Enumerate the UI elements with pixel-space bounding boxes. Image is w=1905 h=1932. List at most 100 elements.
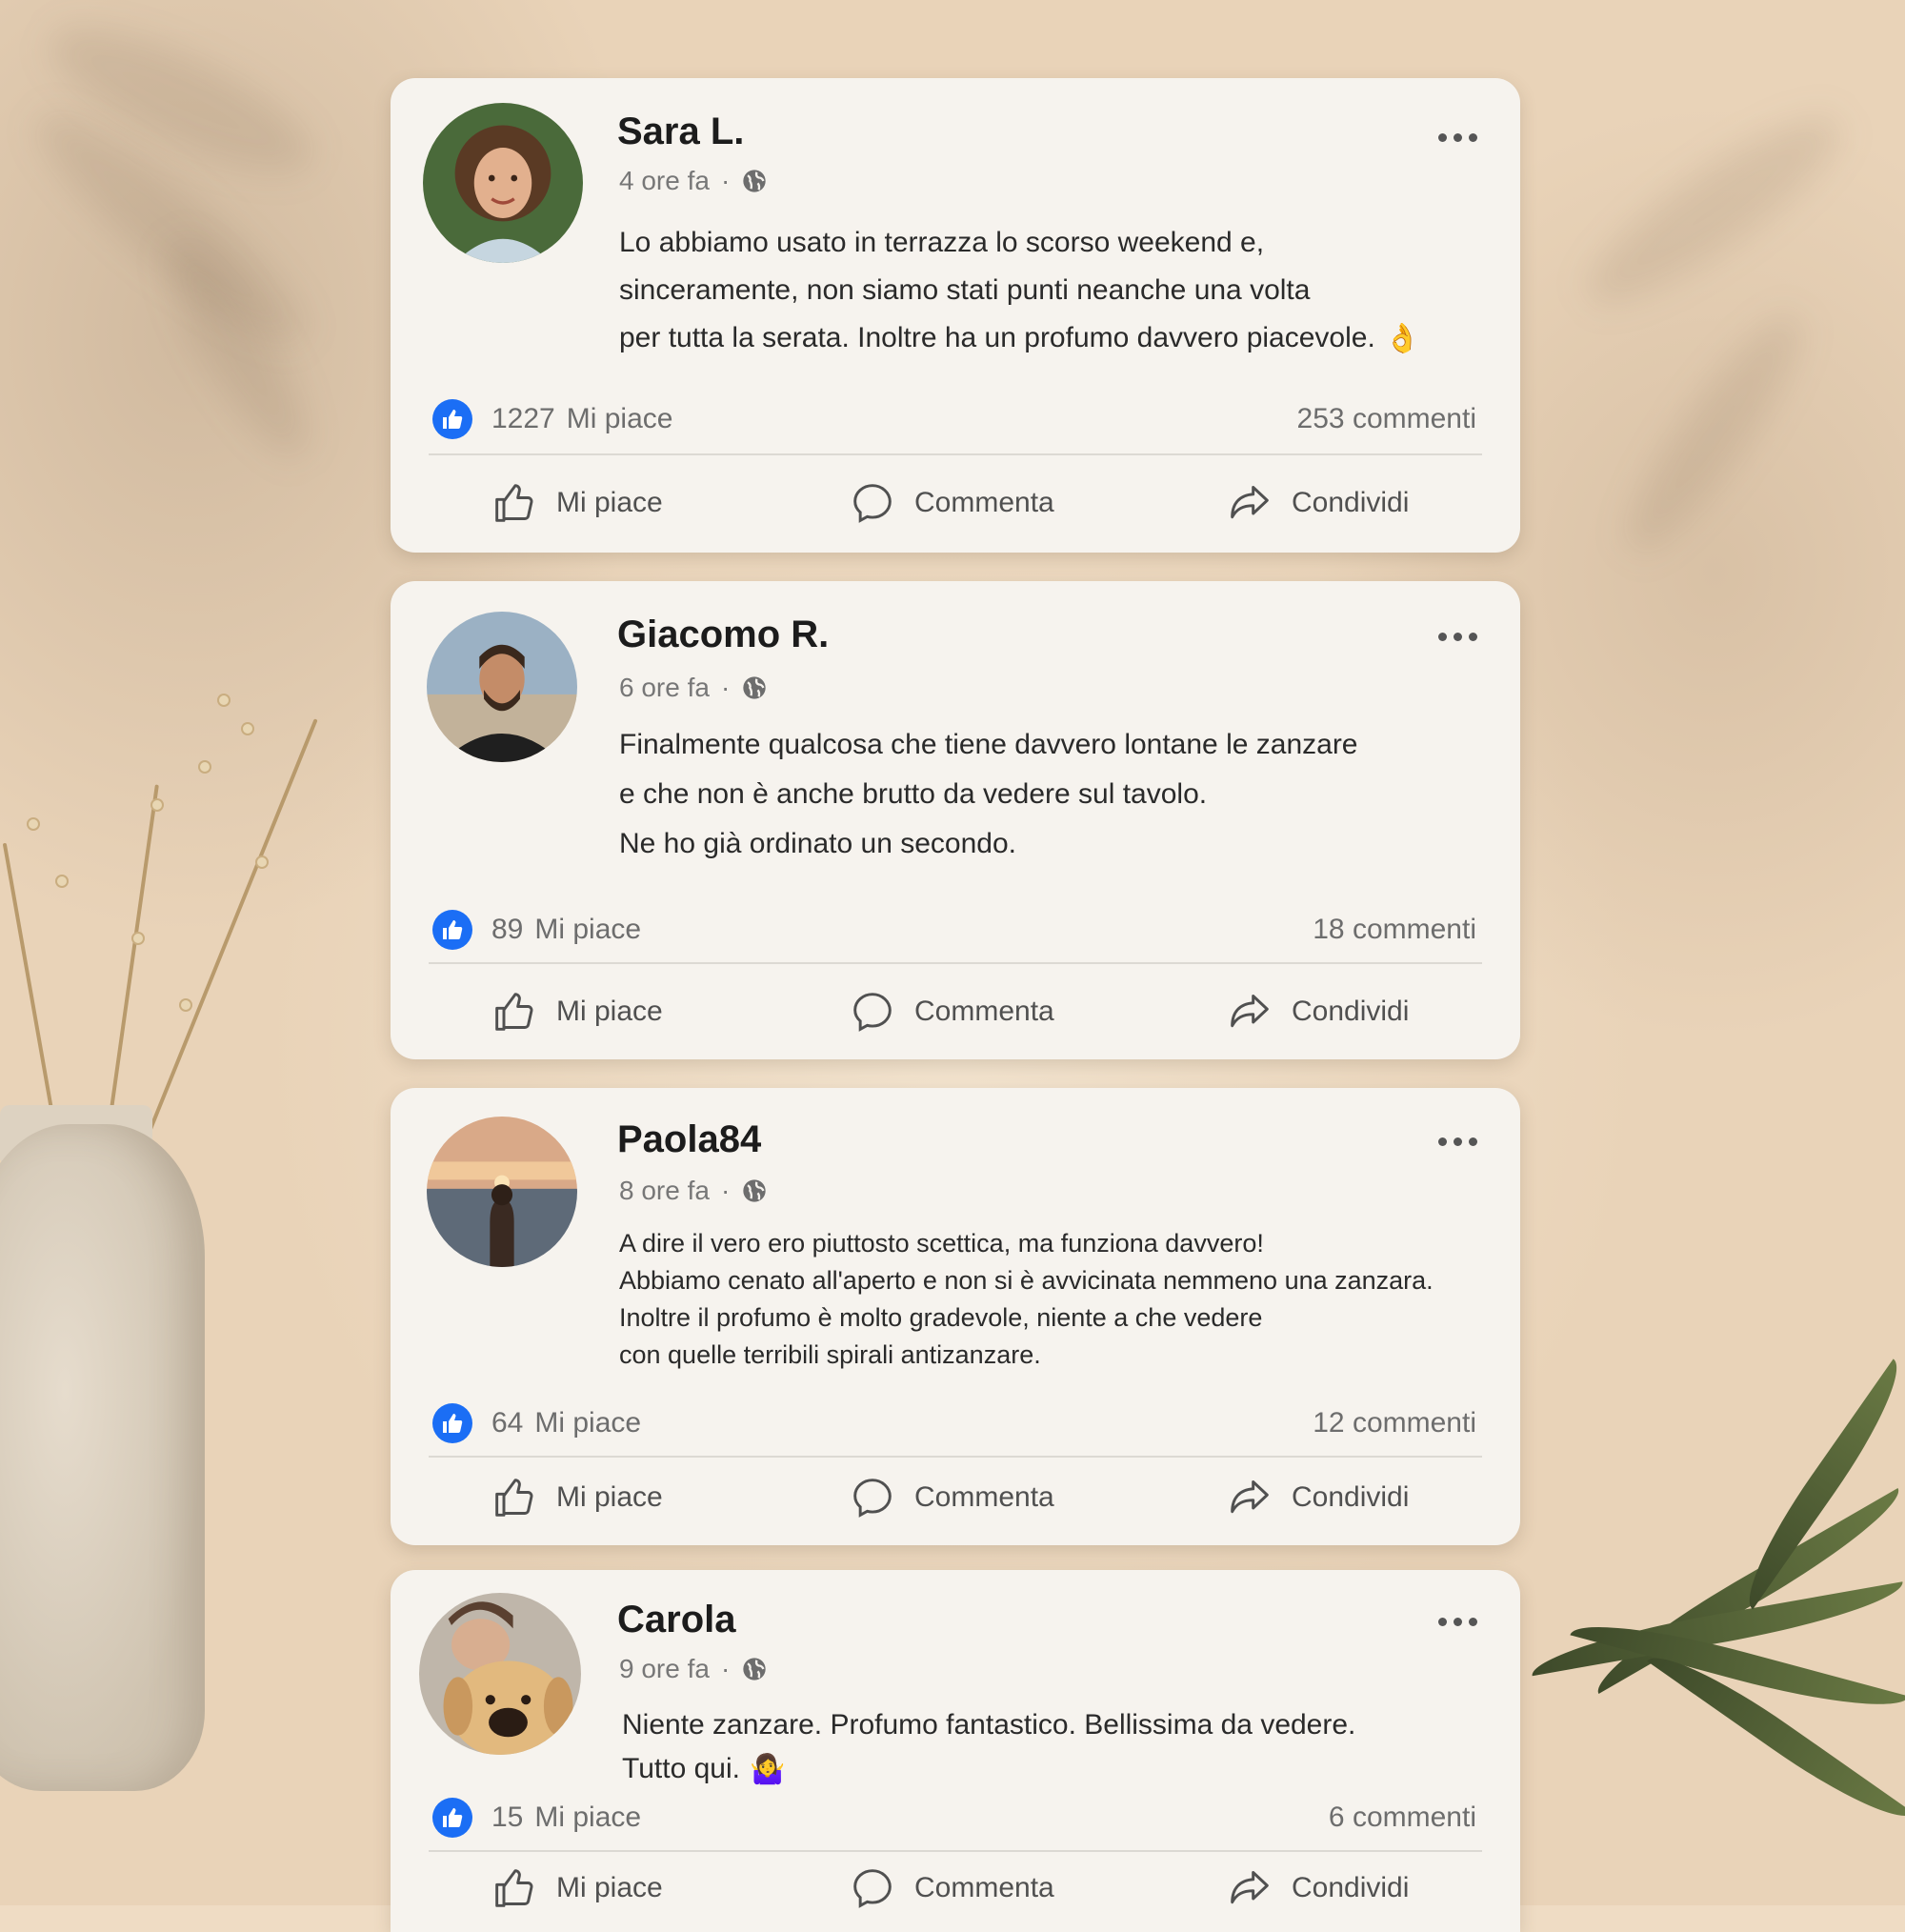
- separator-dot: ·: [720, 166, 731, 195]
- post-actions: Mi piace Commenta Condividi: [391, 476, 1520, 533]
- author-name[interactable]: Paola84: [617, 1118, 761, 1161]
- author-name[interactable]: Giacomo R.: [617, 614, 829, 656]
- likes-label: Mi piace: [534, 914, 642, 945]
- comments-label: commenti: [1352, 914, 1476, 945]
- flower-bud: [57, 876, 67, 886]
- shrug-emoji: 🤷‍♀️: [749, 1754, 786, 1786]
- avatar[interactable]: [427, 612, 577, 762]
- post-text-line: per tutta la serata. Inoltre ha un profu…: [619, 322, 1375, 353]
- like-button[interactable]: Mi piace: [493, 991, 663, 1033]
- comment-button[interactable]: Commenta: [852, 1867, 1054, 1909]
- like-badge-icon: [432, 1403, 472, 1443]
- post-text-line: A dire il vero ero piuttosto scettica, m…: [619, 1229, 1264, 1258]
- post-meta: 4 ore fa ·: [619, 166, 768, 196]
- share-arrow-icon: [1231, 1480, 1269, 1514]
- comments-count: 18: [1313, 914, 1345, 945]
- share-button[interactable]: Condividi: [1229, 1477, 1409, 1519]
- post-actions: Mi piace Commenta Condividi: [391, 1862, 1520, 1919]
- globe-icon: [743, 676, 766, 699]
- comment-button[interactable]: Commenta: [852, 1477, 1054, 1519]
- share-button-label: Condividi: [1292, 1872, 1410, 1903]
- likes-label: Mi piace: [566, 403, 673, 434]
- like-button[interactable]: Mi piace: [493, 1477, 663, 1519]
- post-text: A dire il vero ero piuttosto scettica, m…: [619, 1225, 1434, 1374]
- flower-bud: [243, 724, 252, 734]
- globe-icon: [743, 170, 766, 192]
- comment-bubble-icon: [853, 993, 892, 1032]
- thumbs-up-icon: [495, 1479, 533, 1517]
- avatar-image: [427, 1117, 577, 1267]
- comments-count-link[interactable]: 18 commenti: [1313, 914, 1476, 946]
- comment-button-label: Commenta: [914, 1481, 1054, 1513]
- post-card: Giacomo R. 6 ore fa · Finalmente qualcos…: [391, 581, 1520, 1059]
- vase: [0, 1124, 205, 1791]
- comments-label: commenti: [1352, 403, 1476, 434]
- more-options-button[interactable]: [1438, 1612, 1486, 1631]
- thumbs-up-icon: [495, 484, 533, 522]
- post-text-line: Finalmente qualcosa che tiene davvero lo…: [619, 729, 1358, 760]
- share-button[interactable]: Condividi: [1229, 1867, 1409, 1909]
- post-text-line: Niente zanzare. Profumo fantastico. Bell…: [622, 1709, 1356, 1741]
- more-options-button[interactable]: [1438, 1132, 1486, 1151]
- likes-count[interactable]: 89: [491, 914, 523, 946]
- globe-icon: [743, 1658, 766, 1680]
- likes-count[interactable]: 64: [491, 1407, 523, 1439]
- post-text: Niente zanzare. Profumo fantastico. Bell…: [622, 1703, 1355, 1792]
- flower-bud: [200, 762, 210, 772]
- post-stats: 1227 Mi piace 253 commenti: [432, 398, 1476, 440]
- share-arrow-icon: [1231, 1871, 1269, 1904]
- comment-bubble-icon: [853, 484, 892, 523]
- post-text: Finalmente qualcosa che tiene davvero lo…: [619, 720, 1358, 869]
- avatar-image: [419, 1593, 581, 1755]
- divider: [429, 962, 1482, 964]
- avatar[interactable]: [419, 1593, 581, 1755]
- post-time: 6 ore fa: [619, 673, 710, 702]
- post-actions: Mi piace Commenta Condividi: [391, 985, 1520, 1042]
- avatar[interactable]: [423, 103, 583, 263]
- post-text-line: Ne ho già ordinato un secondo.: [619, 828, 1016, 859]
- comments-label: commenti: [1352, 1407, 1476, 1439]
- post-text-line: Tutto qui.: [622, 1753, 740, 1784]
- separator-dot: ·: [720, 1176, 731, 1205]
- like-button[interactable]: Mi piace: [493, 1867, 663, 1909]
- post-time: 8 ore fa: [619, 1176, 710, 1205]
- share-button-label: Condividi: [1292, 996, 1410, 1027]
- like-button-label: Mi piace: [556, 1481, 663, 1513]
- avatar-image: [427, 612, 577, 762]
- comments-count: 12: [1313, 1407, 1345, 1439]
- comments-count-link[interactable]: 12 commenti: [1313, 1407, 1476, 1439]
- share-button-label: Condividi: [1292, 487, 1410, 518]
- separator-dot: ·: [720, 1654, 731, 1683]
- like-button-label: Mi piace: [556, 487, 663, 518]
- comments-count-link[interactable]: 6 commenti: [1329, 1801, 1476, 1834]
- separator-dot: ·: [720, 673, 731, 702]
- more-options-button[interactable]: [1438, 627, 1486, 646]
- comment-button[interactable]: Commenta: [852, 991, 1054, 1033]
- post-meta: 9 ore fa ·: [619, 1654, 768, 1684]
- avatar[interactable]: [427, 1117, 577, 1267]
- divider: [429, 1850, 1482, 1852]
- author-name[interactable]: Carola: [617, 1599, 736, 1641]
- flower-bud: [29, 819, 38, 829]
- likes-label: Mi piace: [534, 1407, 642, 1439]
- avatar-image: [423, 103, 583, 263]
- share-button[interactable]: Condividi: [1229, 991, 1409, 1033]
- more-options-button[interactable]: [1438, 128, 1486, 147]
- likes-count[interactable]: 1227: [491, 403, 555, 435]
- like-button[interactable]: Mi piace: [493, 482, 663, 524]
- comments-count: 253: [1296, 403, 1345, 434]
- post-text-line: con quelle terribili spirali antizanzare…: [619, 1340, 1041, 1369]
- comments-count-link[interactable]: 253 commenti: [1297, 403, 1476, 435]
- comment-button-label: Commenta: [914, 1872, 1054, 1903]
- ok-hand-emoji: 👌: [1384, 323, 1421, 355]
- divider: [429, 1456, 1482, 1458]
- author-name[interactable]: Sara L.: [617, 111, 744, 153]
- likes-count[interactable]: 15: [491, 1801, 523, 1834]
- flower-bud: [181, 1000, 190, 1010]
- comment-button[interactable]: Commenta: [852, 482, 1054, 524]
- share-button[interactable]: Condividi: [1229, 482, 1409, 524]
- like-badge-icon: [432, 1798, 472, 1838]
- like-badge-icon: [432, 399, 472, 439]
- comments-label: commenti: [1352, 1801, 1476, 1833]
- comments-count: 6: [1328, 1801, 1345, 1833]
